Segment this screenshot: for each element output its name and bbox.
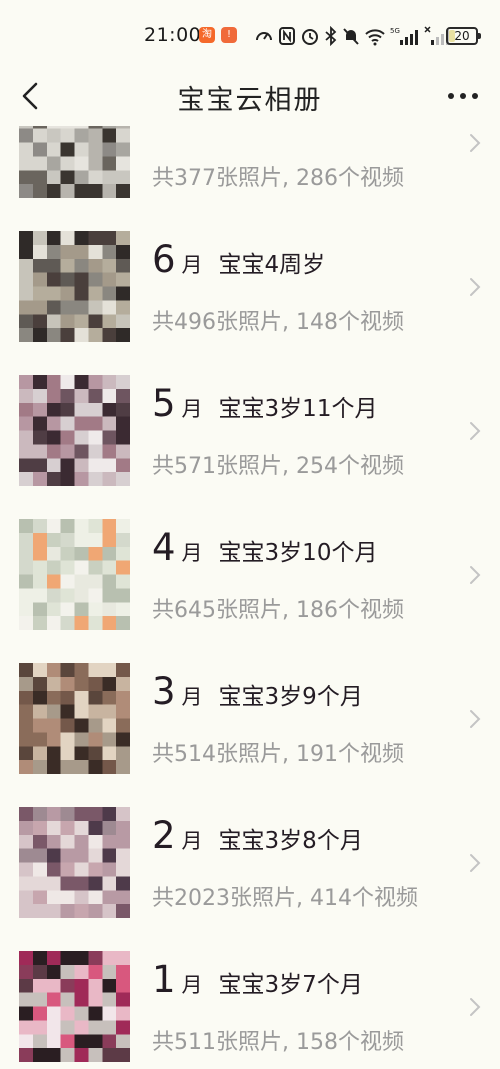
album-age-label: 宝宝3岁8个月	[218, 828, 363, 854]
bluetooth-icon	[325, 26, 337, 46]
mute-bell-icon	[343, 28, 359, 45]
album-list[interactable]: 共377张照片, 286个视频 6 月宝宝4周岁 共496张照片, 148个视频 5 月宝…	[0, 126, 500, 1069]
status-time: 21:00	[144, 24, 202, 46]
album-summary: 共2023张照片, 414个视频	[152, 886, 418, 911]
album-month-unit: 月	[181, 253, 203, 277]
chevron-right-icon	[470, 278, 481, 296]
album-age-label: 宝宝3岁11个月	[218, 396, 378, 422]
album-age-label: 宝宝4周岁	[218, 252, 326, 278]
album-month-number: 3	[152, 670, 176, 713]
chevron-right-icon	[470, 134, 481, 152]
album-title: 1 月宝宝3岁7个月	[152, 958, 363, 1001]
nfc-icon	[279, 27, 295, 45]
album-age-label: 宝宝3岁7个月	[218, 972, 363, 998]
album-summary: 共496张照片, 148个视频	[152, 310, 404, 335]
album-month-unit: 月	[181, 973, 203, 997]
status-icons: 5G	[254, 25, 450, 47]
album-age-label: 宝宝3岁10个月	[218, 540, 378, 566]
album-thumbnail[interactable]	[19, 375, 130, 486]
album-row[interactable]: 5 月宝宝3岁11个月共571张照片, 254个视频	[0, 370, 500, 514]
album-thumbnail[interactable]	[19, 663, 130, 774]
album-row[interactable]: 共377张照片, 286个视频	[0, 126, 500, 226]
taobao-badge-icon: 淘	[199, 27, 215, 43]
album-age-label: 宝宝3岁9个月	[218, 684, 363, 710]
svg-text:5G: 5G	[390, 27, 400, 35]
album-thumbnail[interactable]	[19, 231, 130, 342]
signal-5g-icon: 5G	[390, 27, 418, 45]
battery-icon: 20	[446, 27, 481, 45]
status-bar: 21:00 淘 ! 5G 20	[0, 0, 500, 66]
album-row[interactable]: 3 月宝宝3岁9个月共514张照片, 191个视频	[0, 658, 500, 802]
chevron-right-icon	[470, 566, 481, 584]
speed-gauge-icon	[256, 32, 272, 41]
wifi-icon	[365, 29, 385, 46]
album-month-unit: 月	[181, 397, 203, 421]
album-title: 3 月宝宝3岁9个月	[152, 670, 363, 713]
album-summary: 共571张照片, 254个视频	[152, 454, 404, 479]
app-badge-icon: !	[221, 27, 237, 43]
more-button[interactable]	[446, 82, 480, 110]
album-row[interactable]: 6 月宝宝4周岁共496张照片, 148个视频	[0, 226, 500, 370]
album-title: 2 月宝宝3岁8个月	[152, 814, 363, 857]
alarm-icon	[302, 29, 318, 45]
album-thumbnail[interactable]	[19, 951, 130, 1062]
album-row[interactable]: 1 月宝宝3岁7个月共511张照片, 158个视频	[0, 946, 500, 1069]
album-month-number: 5	[152, 382, 176, 425]
chevron-right-icon	[470, 710, 481, 728]
album-month-number: 4	[152, 526, 176, 569]
nav-bar: 宝宝云相册	[0, 66, 500, 126]
battery-level: 20	[454, 29, 470, 43]
album-thumbnail[interactable]	[19, 126, 130, 198]
album-title: 5 月宝宝3岁11个月	[152, 382, 377, 425]
page-title: 宝宝云相册	[177, 85, 323, 116]
album-thumbnail[interactable]	[19, 807, 130, 918]
chevron-right-icon	[470, 422, 481, 440]
album-thumbnail[interactable]	[19, 519, 130, 630]
album-summary: 共511张照片, 158个视频	[152, 1030, 404, 1055]
album-month-unit: 月	[181, 541, 203, 565]
album-title: 6 月宝宝4周岁	[152, 238, 325, 281]
album-month-unit: 月	[181, 829, 203, 853]
album-title: 4 月宝宝3岁10个月	[152, 526, 377, 569]
chevron-right-icon	[470, 998, 481, 1016]
chevron-right-icon	[470, 854, 481, 872]
album-month-number: 2	[152, 814, 176, 857]
album-row[interactable]: 4 月宝宝3岁10个月共645张照片, 186个视频	[0, 514, 500, 658]
album-summary: 共645张照片, 186个视频	[152, 598, 404, 623]
album-month-number: 1	[152, 958, 176, 1001]
more-dots-icon	[448, 93, 478, 99]
album-summary: 共514张照片, 191个视频	[152, 742, 404, 767]
album-summary: 共377张照片, 286个视频	[152, 166, 404, 191]
album-row[interactable]: 2 月宝宝3岁8个月共2023张照片, 414个视频	[0, 802, 500, 946]
album-month-number: 6	[152, 238, 176, 281]
album-month-unit: 月	[181, 685, 203, 709]
